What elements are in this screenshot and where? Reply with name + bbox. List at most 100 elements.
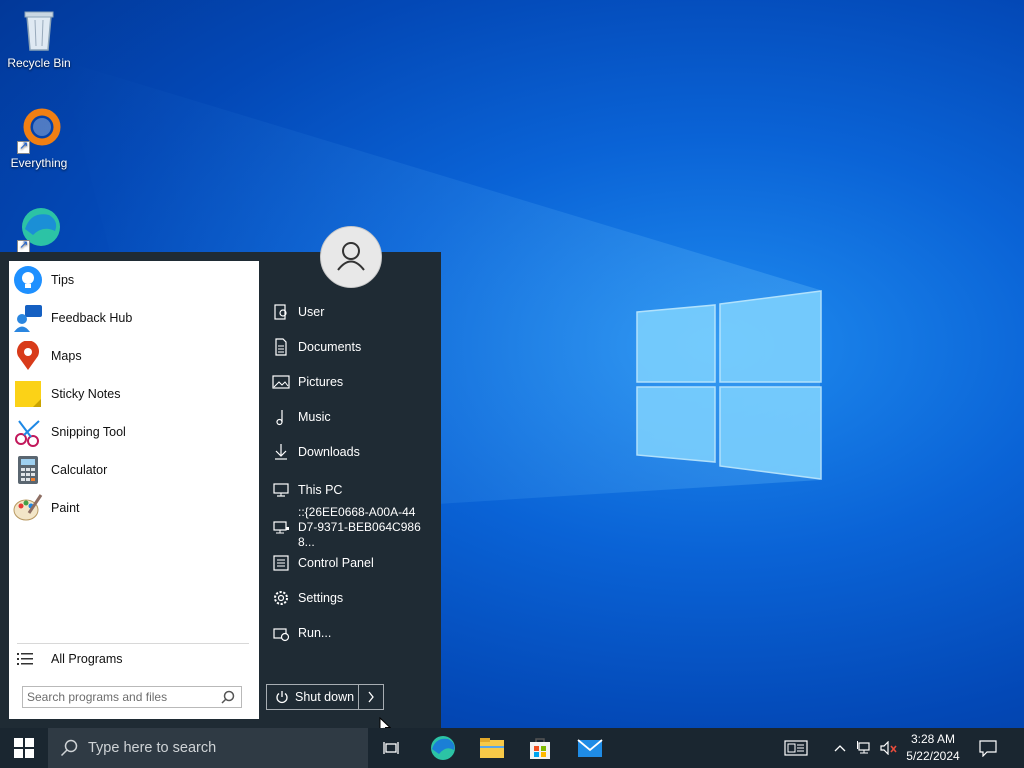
picture-icon [272,373,290,391]
menu-item-documents[interactable]: Documents [266,332,436,362]
task-view-icon [383,742,399,754]
menu-item-downloads[interactable]: Downloads [266,437,436,467]
network-icon [857,741,870,754]
taskbar-edge[interactable] [419,728,467,768]
shortcut-arrow-icon [17,139,30,154]
windows-icon [14,738,34,758]
shutdown-label: Shut down [295,690,355,704]
chevron-up-icon [834,745,846,752]
desktop-icon-label: Everything [10,156,68,170]
shutdown-options-button[interactable] [358,685,383,709]
run-icon [272,624,290,642]
app-item-maps[interactable]: Maps [9,337,259,375]
windows-logo [636,290,822,480]
show-hidden-icons-button[interactable] [826,728,854,768]
taskbar-store[interactable] [516,728,564,768]
notification-icon [979,740,997,757]
edge-icon [431,736,455,760]
menu-item-label: User [298,305,325,319]
edge-icon [15,205,63,253]
sticky-notes-icon [13,379,43,409]
app-label: Calculator [51,463,108,477]
all-programs-button[interactable]: All Programs [9,648,259,670]
app-item-feedback-hub[interactable]: Feedback Hub [9,299,259,337]
all-programs-label: All Programs [51,652,123,666]
menu-item-label: This PC [298,483,343,497]
app-label: Snipping Tool [51,425,126,439]
menu-item-settings[interactable]: Settings [266,583,436,613]
chevron-right-icon [368,691,374,703]
user-avatar[interactable] [320,226,382,288]
start-menu-programs-pane: Tips Feedback Hub Maps Sticky Notes Snip… [9,261,259,719]
feedback-hub-icon [13,303,43,333]
menu-item-label: Pictures [298,375,344,389]
paint-icon [13,493,43,523]
menu-item-run[interactable]: Run... [266,618,436,648]
app-item-calculator[interactable]: Calculator [9,451,259,489]
start-search-input[interactable] [27,690,217,704]
menu-item-label: Run... [298,626,332,640]
everything-icon [15,106,63,154]
app-label: Maps [51,349,82,363]
menu-item-user[interactable]: User [266,297,436,327]
menu-item-pictures[interactable]: Pictures [266,367,436,397]
desktop-icon-recycle-bin[interactable]: Recycle Bin [0,6,79,70]
clock-date: 5/22/2024 [906,749,960,763]
store-icon [530,738,550,759]
news-icon [784,740,808,756]
menu-item-label: ::{26EE0668-A00A-44D7-9371-BEB064C9868..… [298,504,421,549]
app-item-paint[interactable]: Paint [9,489,259,527]
menu-item-label: Control Panel [298,556,374,570]
desktop-icon-edge[interactable] [0,205,79,255]
control-panel-icon [272,554,290,572]
menu-item-this-pc[interactable]: This PC [266,475,436,505]
app-item-tips[interactable]: Tips [9,261,259,299]
menu-item-label: Documents [298,340,362,354]
desktop-icon-everything[interactable]: Everything [0,106,79,170]
taskbar-search-box[interactable]: Type here to search [48,728,368,768]
network-button[interactable] [852,728,878,768]
start-button[interactable] [0,728,48,768]
recycle-bin-icon [15,6,63,54]
app-item-sticky-notes[interactable]: Sticky Notes [9,375,259,413]
shutdown-button[interactable]: Shut down [266,684,384,710]
start-menu: Tips Feedback Hub Maps Sticky Notes Snip… [0,252,441,728]
taskbar-search-placeholder: Type here to search [88,740,217,756]
taskbar: Type here to search 3:28 AM 5/22/2024 [0,728,1024,768]
maps-icon [13,340,43,371]
app-label: Feedback Hub [51,311,133,325]
menu-item-label: Music [298,410,331,424]
menu-item-control-panel[interactable]: Control Panel [266,548,436,578]
gear-icon [272,589,290,607]
menu-item-music[interactable]: Music [266,402,436,432]
action-center-button[interactable] [964,728,1012,768]
network-computer-icon [272,518,290,536]
volume-button[interactable] [876,728,902,768]
search-icon [60,739,78,757]
music-note-icon [272,408,290,426]
folder-icon [480,738,504,758]
app-label: Paint [51,501,80,515]
taskbar-mail[interactable] [566,728,614,768]
desktop-icon-label: Recycle Bin [7,56,71,70]
menu-item-guid-folder[interactable]: ::{26EE0668-A00A-44D7-9371-BEB064C9868..… [266,505,436,549]
clock[interactable]: 3:28 AM 5/22/2024 [902,728,964,768]
app-label: Sticky Notes [51,387,121,401]
news-widget-button[interactable] [772,728,820,768]
document-icon [272,338,290,356]
tips-icon [13,265,43,295]
menu-item-label: Downloads [298,445,360,459]
clock-time: 3:28 AM [910,732,955,746]
start-search-box[interactable] [22,686,242,708]
power-icon [275,690,289,704]
mail-icon [577,739,603,757]
taskbar-file-explorer[interactable] [468,728,516,768]
user-icon [337,242,365,271]
search-icon [221,690,235,704]
download-arrow-icon [272,443,290,461]
calculator-icon [13,455,43,485]
app-item-snipping-tool[interactable]: Snipping Tool [9,413,259,451]
computer-icon [272,481,290,499]
task-view-button[interactable] [368,728,416,768]
app-label: Tips [51,273,75,287]
